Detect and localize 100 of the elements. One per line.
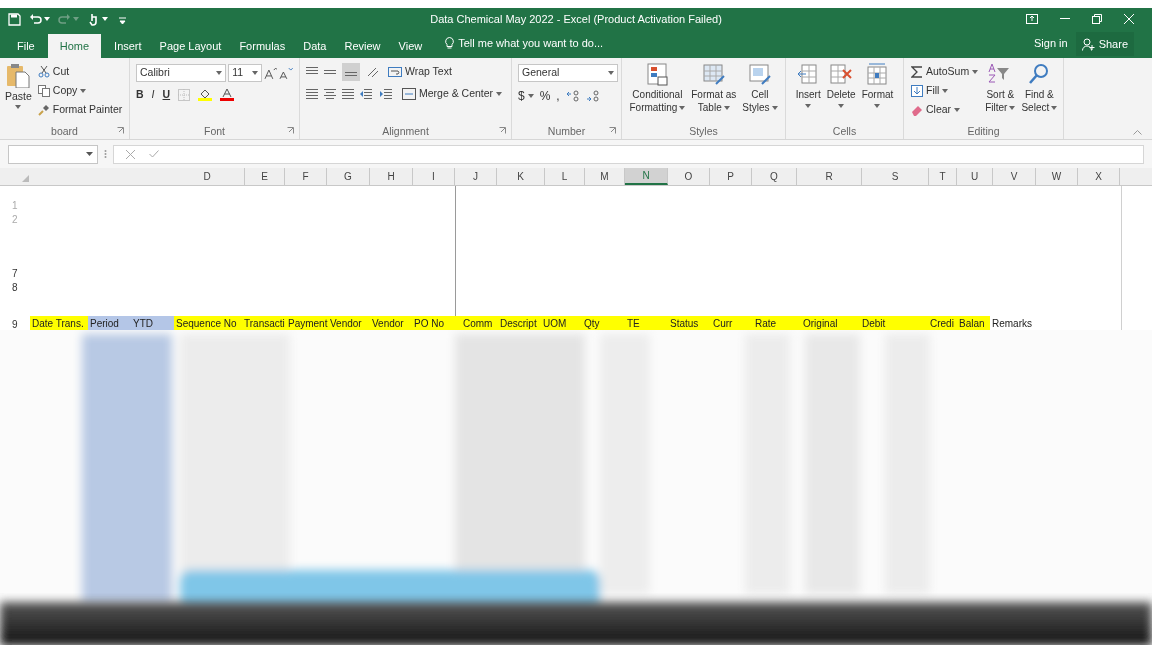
ribbon-tab[interactable]: Formulas [230, 34, 295, 58]
copy-icon [37, 84, 50, 97]
decrease-decimal-icon[interactable] [585, 90, 600, 102]
merge-icon [402, 87, 416, 100]
scissors-icon [37, 65, 50, 78]
share-button[interactable]: Share [1075, 32, 1134, 56]
conditional-formatting-button[interactable]: Conditional Formatting [628, 62, 687, 114]
ribbon-button[interactable]: Copy [35, 81, 125, 100]
restore-icon[interactable] [1092, 14, 1102, 24]
column-header[interactable]: G [327, 168, 370, 185]
align-right-icon[interactable] [342, 87, 354, 100]
dialog-launcher-icon[interactable] [117, 127, 124, 134]
underline-button[interactable]: U [162, 87, 171, 103]
center-icon[interactable] [324, 87, 336, 100]
tell-me-field[interactable]: Tell me what you want to do... [458, 34, 604, 51]
dialog-launcher-icon[interactable] [499, 127, 506, 134]
column-header[interactable]: H [370, 168, 413, 185]
column-header[interactable]: W [1036, 168, 1078, 185]
insert-button[interactable]: Insert [794, 62, 822, 108]
percent-button[interactable]: % [539, 87, 551, 105]
collapse-ribbon-icon[interactable] [1133, 130, 1142, 135]
sign-in-link[interactable]: Sign in [1034, 34, 1068, 51]
dialog-launcher-icon[interactable] [287, 127, 294, 134]
cell-styles-button[interactable]: Cell Styles [741, 62, 779, 114]
row-number[interactable]: 9 [12, 317, 18, 332]
undo-icon[interactable] [29, 12, 42, 26]
minimize-icon[interactable] [1060, 18, 1070, 20]
delete-button[interactable]: Delete [825, 62, 857, 108]
number-format-field[interactable]: General [518, 64, 618, 82]
align-left-icon[interactable] [306, 87, 318, 100]
column-header[interactable]: V [993, 168, 1036, 185]
close-icon[interactable] [1124, 14, 1134, 24]
row-number[interactable]: 8 [12, 280, 18, 295]
column-header[interactable]: J [455, 168, 497, 185]
column-header[interactable]: Q [752, 168, 797, 185]
fill-color-icon[interactable] [198, 88, 213, 102]
font-color-icon[interactable] [220, 88, 235, 102]
hand-icon[interactable] [87, 12, 100, 26]
ribbon-button[interactable]: Fill [909, 81, 981, 100]
column-header[interactable]: I [413, 168, 455, 185]
column-header[interactable]: O [668, 168, 710, 185]
dialog-launcher-icon[interactable] [609, 127, 616, 134]
paste-button[interactable]: Paste [5, 62, 32, 109]
currency-button[interactable]: $ [518, 87, 534, 105]
column-header[interactable]: P [710, 168, 752, 185]
ribbon-button[interactable]: Clear [909, 100, 981, 119]
column-header[interactable]: R [797, 168, 862, 185]
chart-icon [645, 62, 670, 86]
table-cell: Sequence No [174, 316, 242, 330]
column-header[interactable]: U [957, 168, 993, 185]
fill-down-icon [911, 84, 923, 97]
font-size-field[interactable]: 11 [228, 64, 262, 82]
column-header[interactable]: K [497, 168, 545, 185]
column-header[interactable]: E [245, 168, 285, 185]
grow-font-icon[interactable] [263, 67, 278, 79]
table-cell: Original [801, 316, 860, 330]
person-icon [1081, 37, 1095, 51]
shrink-font-icon[interactable] [279, 67, 293, 79]
group-label: Editing [967, 123, 1000, 139]
column-header[interactable]: S [862, 168, 929, 185]
save-icon[interactable] [8, 12, 21, 26]
italic-button[interactable]: I [151, 87, 155, 103]
ribbon-tab[interactable]: File [8, 34, 44, 58]
format-button[interactable]: Format [860, 62, 895, 108]
column-header[interactable]: N [625, 168, 668, 185]
orientation-icon[interactable] [366, 65, 380, 78]
window-title: Data Chemical May 2022 - Excel (Product Activation Failed) [429, 11, 723, 27]
ribbon-tab[interactable]: Insert [105, 34, 151, 58]
bold-button[interactable]: B [136, 87, 144, 103]
brush-icon [37, 103, 50, 116]
font-name-field[interactable]: Calibri [136, 64, 227, 82]
ribbon-tab[interactable]: View [389, 34, 432, 58]
column-header[interactable]: F [285, 168, 327, 185]
column-header[interactable]: T [929, 168, 957, 185]
format-as-table-button[interactable]: Format as Table [690, 62, 738, 114]
table-cell: Descript [498, 316, 541, 330]
ribbon-tab[interactable]: Home [47, 34, 102, 58]
find-select-button[interactable]: Find & Select [1020, 62, 1059, 114]
sigma-icon [911, 65, 923, 78]
ribbon-button[interactable]: AutoSum [909, 62, 981, 81]
ribbon-button[interactable]: Cut [35, 62, 125, 81]
ribbon-tab[interactable]: Page Layout [150, 34, 231, 58]
ribbon-display-icon[interactable] [1026, 14, 1038, 24]
ribbon-button[interactable]: Wrap Text [386, 62, 454, 81]
ribbon-button[interactable]: Format Painter [35, 100, 125, 119]
caret-icon [80, 88, 87, 93]
decrease-indent-icon[interactable] [360, 87, 374, 100]
caret-icon [954, 107, 961, 112]
increase-decimal-icon[interactable] [565, 90, 580, 102]
comma-button[interactable]: , [556, 87, 560, 105]
ribbon-button[interactable]: Merge & Center [400, 84, 505, 103]
column-header[interactable]: D [170, 168, 245, 185]
ribbon-tab[interactable]: Review [335, 34, 390, 58]
row-number[interactable]: 7 [12, 266, 18, 281]
caret-icon [102, 17, 108, 21]
sort-filter-button[interactable]: Sort & Filter [984, 62, 1017, 114]
column-header[interactable]: X [1078, 168, 1120, 185]
ribbon-tab[interactable]: Data [294, 34, 336, 58]
increase-indent-icon[interactable] [380, 87, 394, 100]
column-header[interactable]: L [545, 168, 585, 185]
